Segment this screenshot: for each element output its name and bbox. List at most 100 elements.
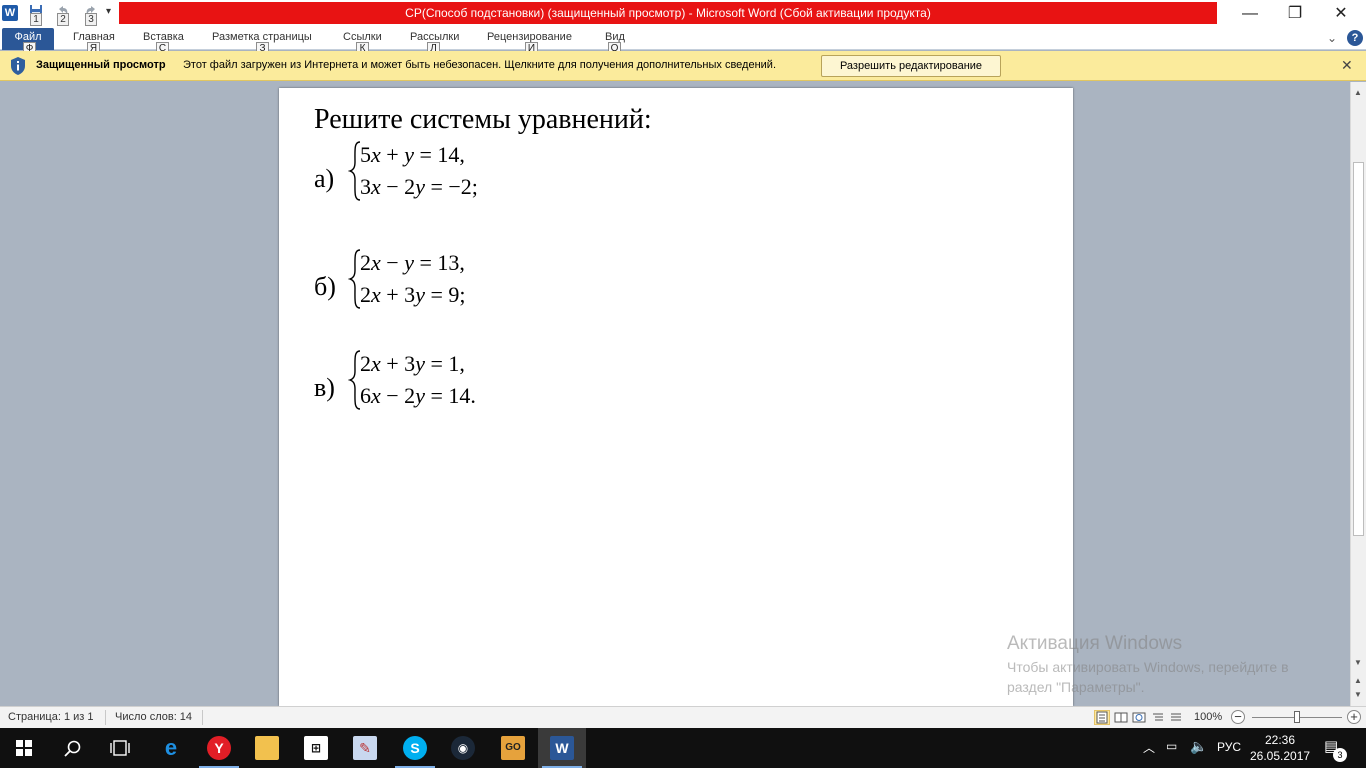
clock-date: 26.05.2017: [1250, 749, 1311, 763]
draft-icon: [1171, 713, 1181, 721]
word-count[interactable]: Число слов: 14: [115, 711, 192, 723]
close-icon[interactable]: ✕: [1341, 57, 1353, 74]
keytip-redo: 3: [85, 13, 97, 26]
outline-icon: [1153, 713, 1163, 721]
taskbar-store[interactable]: ⊞: [292, 728, 340, 768]
divider: [105, 710, 106, 725]
taskbar-file-explorer[interactable]: [243, 728, 291, 768]
vertical-scrollbar[interactable]: ▲ ▼ ▲ ▼: [1350, 82, 1366, 706]
equation-b2: 2x + 3y = 9;: [360, 282, 466, 307]
windows-logo-icon: [16, 740, 32, 756]
undo-button[interactable]: 2: [55, 4, 73, 26]
word-app-icon[interactable]: W: [2, 5, 18, 21]
volume-icon[interactable]: 🔈: [1190, 738, 1207, 768]
minimize-button[interactable]: —: [1227, 0, 1273, 28]
zoom-in-button[interactable]: +: [1347, 710, 1361, 724]
enable-editing-button[interactable]: Разрешить редактирование: [821, 55, 1001, 77]
steam-icon: ◉: [451, 736, 475, 760]
edge-icon: e: [164, 735, 178, 760]
reading-view-icon: [1114, 712, 1128, 723]
ribbon-tab-bar: Файл Ф Главная Я Вставка С Разметка стра…: [0, 28, 1366, 55]
problem-a-label: а): [314, 164, 335, 193]
tab-insert[interactable]: Вставка С: [143, 28, 184, 55]
save-button[interactable]: 1: [28, 4, 46, 26]
paint-icon: ✎: [353, 736, 377, 760]
help-icon[interactable]: ?: [1347, 30, 1363, 46]
tab-home[interactable]: Главная Я: [73, 28, 115, 55]
scrollbar-thumb[interactable]: [1353, 162, 1364, 536]
start-button[interactable]: [0, 728, 48, 768]
window-title: СР(Способ подстановки) (защищенный просм…: [119, 2, 1217, 24]
shield-icon: [11, 57, 25, 75]
show-hidden-icons-button[interactable]: ︿: [1143, 739, 1155, 768]
search-icon: [64, 740, 81, 757]
tab-file[interactable]: Файл Ф: [2, 28, 54, 55]
next-page-icon[interactable]: ▼: [1354, 690, 1362, 699]
keytip-save: 1: [30, 13, 42, 26]
print-layout-view-button[interactable]: [1094, 710, 1110, 725]
taskbar-csgo[interactable]: GO: [489, 728, 537, 768]
previous-page-icon[interactable]: ▲: [1354, 676, 1362, 685]
notification-badge: 3: [1333, 748, 1347, 762]
clock-time: 22:36: [1264, 733, 1296, 747]
tab-review[interactable]: Рецензирование И: [487, 28, 572, 55]
scroll-up-icon[interactable]: ▲: [1354, 88, 1362, 97]
taskbar-skype[interactable]: S: [391, 728, 439, 768]
zoom-level[interactable]: 100%: [1194, 711, 1222, 723]
task-heading: Решите системы уравнений:: [314, 104, 652, 135]
scroll-down-icon[interactable]: ▼: [1354, 658, 1362, 667]
minimize-ribbon-button[interactable]: ⌄: [1327, 28, 1337, 50]
divider: [202, 710, 203, 725]
chevron-down-icon: ⌄: [1327, 31, 1338, 45]
restore-button[interactable]: ❐: [1272, 0, 1318, 28]
print-layout-icon: [1096, 711, 1108, 724]
zoom-out-button[interactable]: −: [1231, 710, 1245, 724]
activation-watermark-text: Чтобы активировать Windows, перейдите в …: [1007, 659, 1289, 695]
clock[interactable]: 22:36 26.05.2017: [1250, 732, 1310, 764]
tab-view[interactable]: Вид О: [605, 28, 625, 55]
web-layout-view-button[interactable]: [1131, 710, 1147, 725]
input-language[interactable]: РУС: [1217, 740, 1241, 768]
folder-icon: [255, 736, 279, 760]
windows-taskbar: e Y ⊞ ✎ S ◉ GO W ︿ ▭ 🔈 РУС 22:36 26.05.2…: [0, 728, 1366, 768]
task-view-icon: [110, 740, 130, 756]
equation-v2: 6x − 2y = 14.: [360, 383, 476, 408]
redo-button[interactable]: 3: [83, 4, 101, 26]
protected-view-message[interactable]: Этот файл загружен из Интернета и может …: [183, 59, 776, 71]
document-page[interactable]: Решите системы уравнений: а) 5x + y = 14…: [279, 88, 1073, 706]
csgo-icon: GO: [501, 736, 525, 760]
equation-a2: 3x − 2y = −2;: [360, 174, 478, 199]
taskbar-word[interactable]: W: [538, 728, 586, 768]
full-screen-reading-view-button[interactable]: [1113, 710, 1129, 725]
word-icon: W: [550, 736, 574, 760]
protected-view-title: Защищенный просмотр: [36, 59, 166, 71]
status-bar: Страница: 1 из 1 Число слов: 14 100% − +: [0, 706, 1366, 728]
web-layout-icon: [1132, 712, 1146, 723]
draft-view-button[interactable]: [1168, 710, 1184, 725]
taskbar-yandex-browser[interactable]: Y: [195, 728, 243, 768]
taskbar-edge[interactable]: e: [147, 728, 195, 768]
title-bar: W 1 2 3 ▾ СР(Способ подстановки) (защище…: [0, 0, 1366, 28]
problem-v-label: в): [314, 373, 335, 402]
tab-references[interactable]: Ссылки К: [343, 28, 382, 55]
store-icon: ⊞: [304, 736, 328, 760]
equation-b1: 2x − y = 13,: [360, 250, 465, 275]
power-icon[interactable]: ▭: [1166, 739, 1177, 768]
task-view-button[interactable]: [96, 728, 144, 768]
taskbar-paint[interactable]: ✎: [341, 728, 389, 768]
keytip-undo: 2: [57, 13, 69, 26]
close-button[interactable]: ✕: [1318, 0, 1364, 28]
customize-qat-dropdown[interactable]: ▾: [106, 6, 111, 17]
outline-view-button[interactable]: [1150, 710, 1166, 725]
tab-page-layout[interactable]: Разметка страницы З: [212, 28, 312, 55]
activation-watermark-title: Активация Windows: [1007, 633, 1183, 654]
skype-icon: S: [403, 736, 427, 760]
taskbar-steam[interactable]: ◉: [439, 728, 487, 768]
protected-view-bar[interactable]: Защищенный просмотр Этот файл загружен и…: [0, 51, 1366, 81]
zoom-slider-thumb[interactable]: [1294, 711, 1300, 723]
problem-b-label: б): [314, 272, 336, 301]
yandex-browser-icon: Y: [207, 736, 231, 760]
page-count[interactable]: Страница: 1 из 1: [8, 711, 94, 723]
tab-mailings[interactable]: Рассылки Л: [410, 28, 459, 55]
search-button[interactable]: [48, 728, 96, 768]
